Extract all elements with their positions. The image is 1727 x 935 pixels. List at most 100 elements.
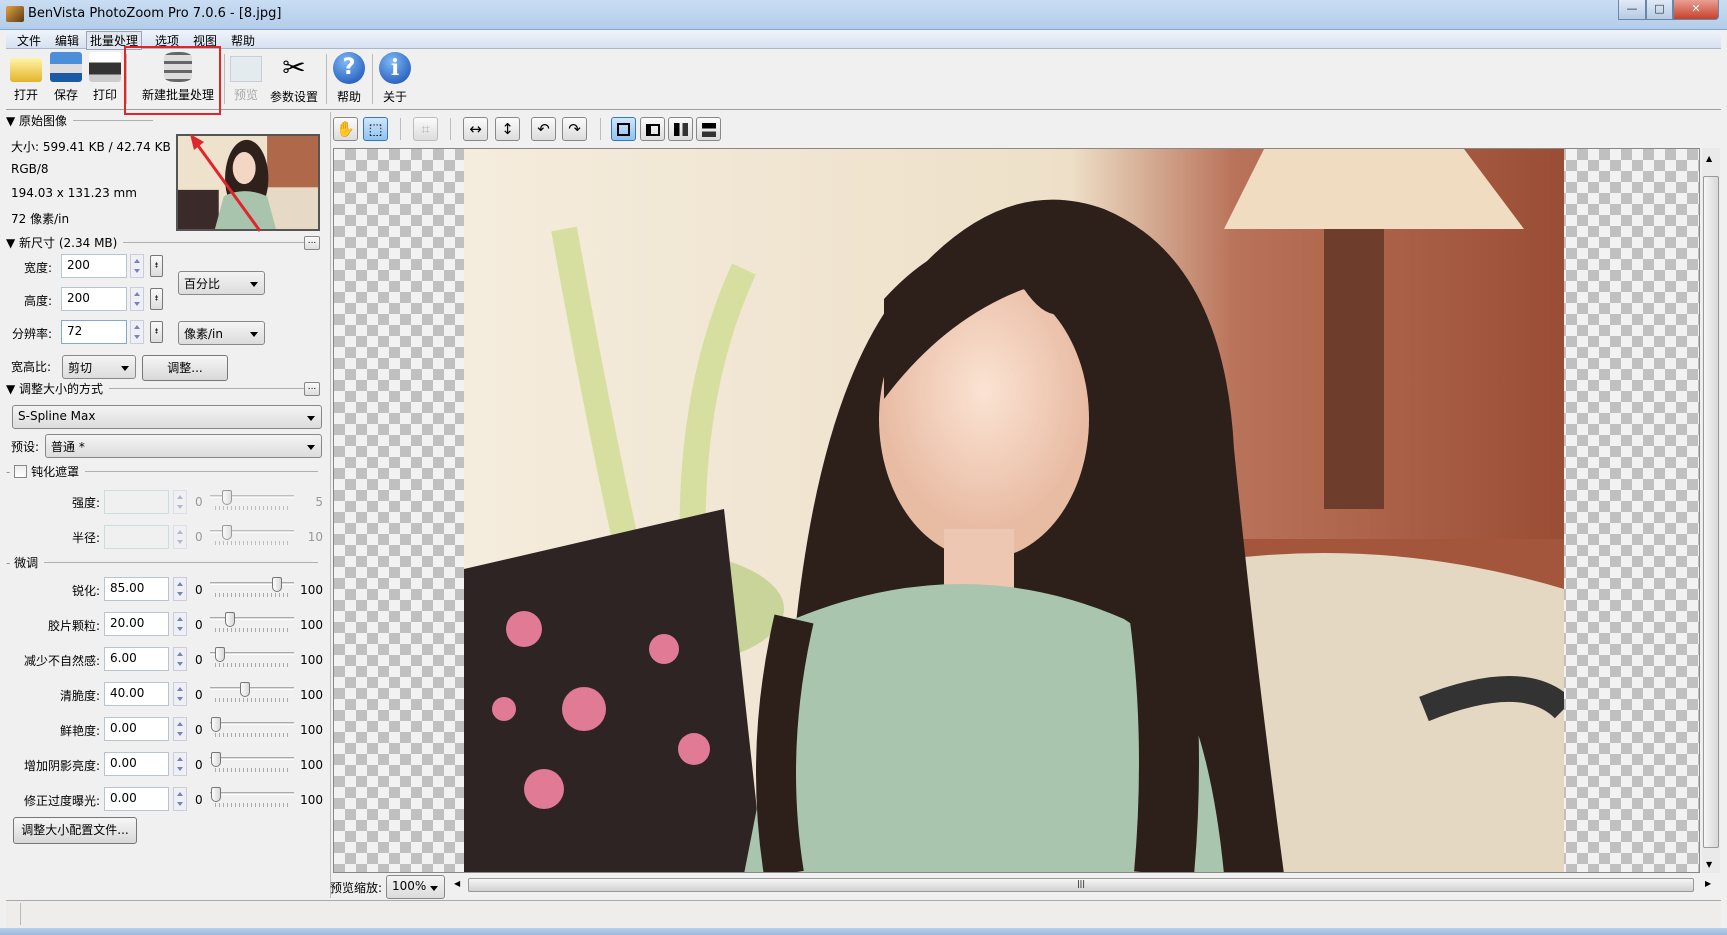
height-link-button[interactable]: ⯒ bbox=[150, 288, 163, 310]
finetune-slider[interactable] bbox=[210, 787, 294, 811]
finetune-slider[interactable] bbox=[210, 752, 294, 776]
scroll-right-arrow-icon[interactable]: ▶ bbox=[1705, 879, 1711, 888]
resolution-link-button[interactable]: ⯒ bbox=[150, 321, 163, 343]
side-by-side-button[interactable] bbox=[668, 117, 693, 141]
minimize-button[interactable]: — bbox=[1618, 0, 1646, 20]
resolution-unit-dropdown[interactable]: 像素/in bbox=[178, 321, 265, 345]
select-tool-button[interactable]: ⬚ bbox=[363, 117, 388, 141]
finetune-input[interactable]: 20.00 bbox=[104, 612, 169, 636]
radius-spinner[interactable] bbox=[173, 525, 187, 549]
preview-zoom-label: 预览缩放: bbox=[330, 881, 383, 895]
settings-button[interactable]: ✂ 参数设置 bbox=[268, 52, 320, 105]
width-link-button[interactable]: ⯒ bbox=[150, 255, 163, 277]
finetune-spinner[interactable] bbox=[173, 682, 187, 706]
slider-thumb[interactable] bbox=[211, 717, 221, 732]
finetune-slider[interactable] bbox=[210, 717, 294, 741]
finetune-input[interactable]: 0.00 bbox=[104, 717, 169, 741]
new-size-header[interactable]: ▼ 新尺寸 (2.34 MB) bbox=[6, 234, 318, 251]
new-size-more-button[interactable]: ... bbox=[304, 236, 320, 250]
radius-slider[interactable] bbox=[210, 525, 294, 549]
strength-spinner[interactable] bbox=[173, 490, 187, 514]
finetune-spinner[interactable] bbox=[173, 647, 187, 671]
slider-thumb[interactable] bbox=[211, 752, 221, 767]
radius-input[interactable] bbox=[104, 525, 169, 549]
finetune-spinner[interactable] bbox=[173, 612, 187, 636]
strength-slider[interactable] bbox=[210, 490, 294, 514]
about-button[interactable]: i 关于 bbox=[378, 52, 412, 105]
finetune-spinner[interactable] bbox=[173, 577, 187, 601]
finetune-max: 100 bbox=[300, 618, 323, 632]
finetune-input[interactable]: 40.00 bbox=[104, 682, 169, 706]
maximize-button[interactable]: □ bbox=[1646, 0, 1673, 20]
resize-method-header[interactable]: ▼ 调整大小的方式 bbox=[6, 380, 318, 397]
rotate-right-button[interactable]: ↷ bbox=[562, 117, 587, 141]
finetune-input[interactable]: 0.00 bbox=[104, 787, 169, 811]
highlight-box bbox=[124, 46, 221, 115]
menu-file[interactable]: 文件 bbox=[14, 32, 44, 49]
finetune-max: 100 bbox=[300, 758, 323, 772]
fit-width-button[interactable]: ↔ bbox=[463, 117, 488, 141]
help-button[interactable]: ? 帮助 bbox=[332, 52, 366, 105]
split-view-button[interactable] bbox=[640, 117, 665, 141]
width-label: 宽度: bbox=[23, 261, 52, 275]
fit-height-button[interactable]: ↕ bbox=[495, 117, 520, 141]
finetune-input[interactable]: 85.00 bbox=[104, 577, 169, 601]
algorithm-dropdown[interactable]: S-Spline Max bbox=[12, 405, 322, 429]
size-unit-dropdown[interactable]: 百分比 bbox=[178, 271, 265, 295]
rotate-left-button[interactable]: ↶ bbox=[531, 117, 556, 141]
finetune-spinner[interactable] bbox=[173, 787, 187, 811]
horizontal-scroll-thumb[interactable]: ||| bbox=[468, 878, 1694, 892]
crop-button[interactable]: ⌗ bbox=[413, 117, 438, 141]
original-image-header[interactable]: ▼ 原始图像 bbox=[6, 112, 318, 129]
vertical-scrollbar[interactable]: ▲ ▼ bbox=[1702, 148, 1720, 873]
height-input[interactable]: 200 bbox=[61, 287, 127, 311]
scroll-up-arrow-icon[interactable]: ▲ bbox=[1706, 154, 1712, 163]
preview-button[interactable]: 预览 bbox=[228, 52, 264, 103]
resolution-spinner[interactable] bbox=[130, 320, 144, 344]
save-button[interactable]: 保存 bbox=[48, 52, 84, 103]
vertical-scroll-thumb[interactable] bbox=[1703, 176, 1719, 848]
stacked-view-button[interactable] bbox=[696, 117, 721, 141]
scroll-down-arrow-icon[interactable]: ▼ bbox=[1706, 860, 1712, 869]
preview-zoom-dropdown[interactable]: 100% bbox=[386, 875, 445, 899]
finetune-input[interactable]: 6.00 bbox=[104, 647, 169, 671]
divider bbox=[44, 562, 318, 563]
finetune-spinner[interactable] bbox=[173, 717, 187, 741]
close-button[interactable]: ✕ bbox=[1673, 0, 1719, 20]
open-button[interactable]: 打开 bbox=[8, 52, 44, 103]
scroll-left-arrow-icon[interactable]: ◀ bbox=[454, 879, 460, 888]
menu-edit[interactable]: 编辑 bbox=[52, 32, 82, 49]
preview-canvas[interactable] bbox=[333, 148, 1700, 873]
finetune-max: 100 bbox=[300, 793, 323, 807]
finetune-slider[interactable] bbox=[210, 612, 294, 636]
finetune-max: 100 bbox=[300, 723, 323, 737]
slider-thumb[interactable] bbox=[239, 682, 250, 697]
width-spinner[interactable] bbox=[130, 254, 144, 278]
hand-tool-button[interactable]: ✋ bbox=[333, 117, 358, 141]
height-spinner[interactable] bbox=[130, 287, 144, 311]
adjust-button[interactable]: 调整... bbox=[142, 355, 228, 381]
menu-help[interactable]: 帮助 bbox=[228, 32, 258, 49]
strength-input[interactable] bbox=[104, 490, 169, 514]
resolution-input[interactable]: 72 bbox=[61, 320, 127, 344]
slider-thumb[interactable] bbox=[221, 525, 232, 540]
slider-thumb[interactable] bbox=[221, 490, 232, 505]
slider-thumb[interactable] bbox=[211, 787, 221, 802]
preset-dropdown[interactable]: 普通 * bbox=[45, 434, 322, 458]
resize-method-more-button[interactable]: ... bbox=[304, 382, 320, 396]
height-label: 高度: bbox=[23, 294, 52, 308]
print-button[interactable]: 打印 bbox=[87, 52, 123, 103]
resize-profile-button[interactable]: 调整大小配置文件... bbox=[13, 817, 137, 844]
aspect-dropdown[interactable]: 剪切 bbox=[62, 355, 136, 379]
single-view-button[interactable] bbox=[611, 117, 636, 141]
slider-thumb[interactable] bbox=[215, 647, 226, 662]
finetune-slider[interactable] bbox=[210, 577, 294, 601]
unsharp-mask-checkbox[interactable] bbox=[14, 465, 28, 478]
width-input[interactable]: 200 bbox=[61, 254, 127, 278]
finetune-input[interactable]: 0.00 bbox=[104, 752, 169, 776]
finetune-slider[interactable] bbox=[210, 647, 294, 671]
finetune-spinner[interactable] bbox=[173, 752, 187, 776]
slider-thumb[interactable] bbox=[272, 577, 283, 592]
finetune-slider[interactable] bbox=[210, 682, 294, 706]
slider-thumb[interactable] bbox=[225, 612, 236, 627]
